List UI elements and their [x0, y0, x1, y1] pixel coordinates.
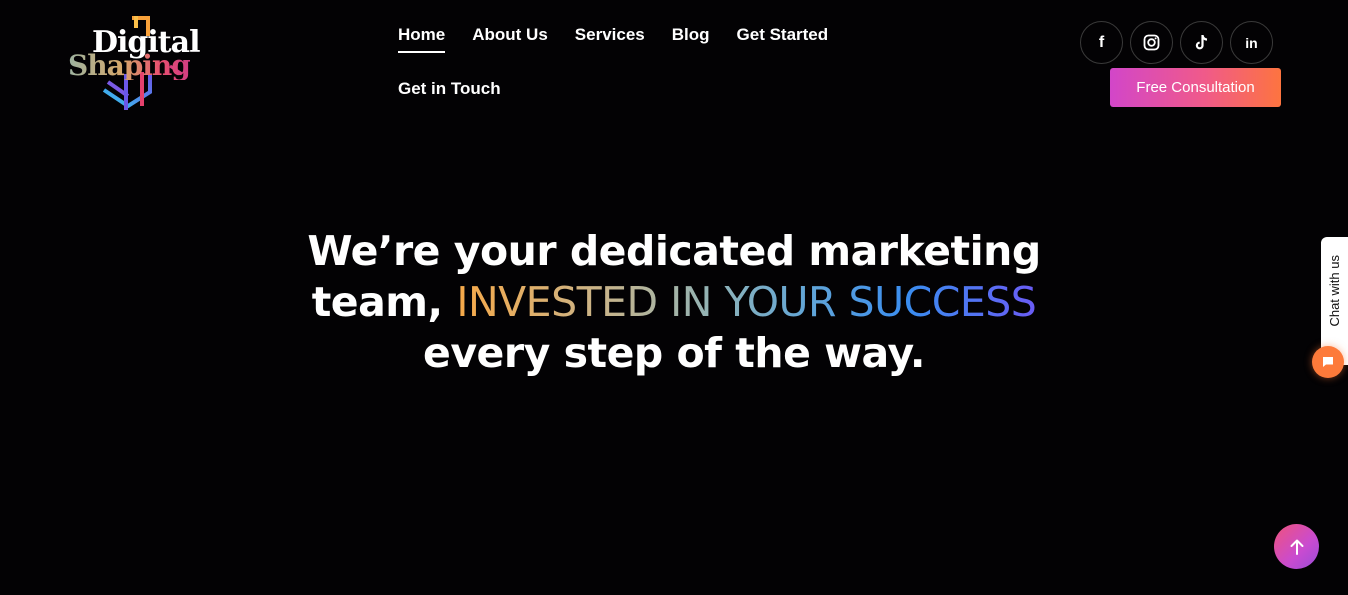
chat-tab-label: Chat with us [1327, 255, 1342, 327]
chat-message-glyph [1323, 357, 1333, 367]
free-consultation-button[interactable]: Free Consultation [1110, 68, 1281, 107]
tiktok-glyph [1195, 35, 1207, 50]
facebook-glyph: f [1098, 33, 1105, 51]
hero-line-2-plain: team, [311, 278, 457, 326]
nav-item-blog[interactable]: Blog [672, 25, 710, 45]
nav-item-home[interactable]: Home [398, 25, 446, 53]
nav-row-primary: Home About Us Services Blog Get Started [398, 22, 868, 53]
hero-line-3: every step of the way. [423, 329, 925, 377]
nav-item-services[interactable]: Services [575, 25, 645, 45]
logo-word-shaping: Shaping [68, 49, 191, 82]
facebook-icon[interactable]: f [1080, 21, 1123, 64]
scroll-to-top-button[interactable] [1274, 524, 1319, 569]
instagram-icon[interactable] [1130, 21, 1173, 64]
instagram-glyph [1143, 34, 1160, 51]
nav-item-get-in-touch[interactable]: Get in Touch [398, 79, 501, 99]
hero-highlight: INVESTED IN YOUR SUCCESS [456, 278, 1037, 326]
hero-line-1: We’re your dedicated marketing [307, 227, 1041, 275]
main-nav: Home About Us Services Blog Get Started … [398, 22, 868, 102]
hero-heading: We’re your dedicated marketing team, INV… [230, 226, 1118, 379]
social-links: f in [1080, 21, 1273, 64]
arrow-up-icon [1290, 539, 1303, 555]
page: Digital Shaping Home About Us Services B… [0, 0, 1348, 595]
nav-row-secondary: Get in Touch [398, 76, 868, 102]
linkedin-icon[interactable]: in [1230, 21, 1273, 64]
nav-item-about-us[interactable]: About Us [472, 25, 548, 45]
digital-shaping-logo[interactable]: Digital Shaping [66, 14, 206, 114]
linkedin-glyph: in [1245, 34, 1258, 51]
chat-bubble-icon[interactable] [1312, 346, 1344, 378]
tiktok-icon[interactable] [1180, 21, 1223, 64]
nav-item-get-started[interactable]: Get Started [737, 25, 829, 45]
